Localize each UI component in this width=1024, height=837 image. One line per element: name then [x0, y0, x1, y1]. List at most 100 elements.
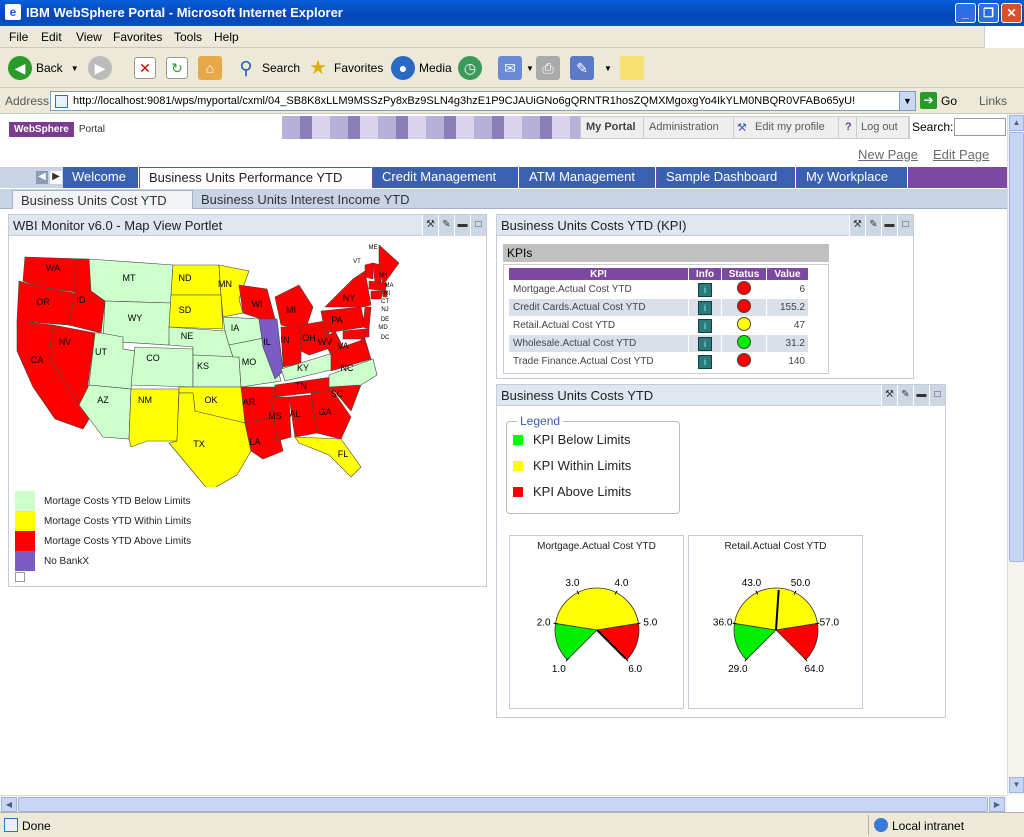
kpi-name: Credit Cards.Actual Cost YTD [508, 298, 689, 317]
vertical-scroll-thumb[interactable] [1009, 132, 1024, 562]
kpi-info-cell: i [688, 352, 722, 371]
messenger-button[interactable] [620, 54, 648, 82]
stop-button[interactable]: ✕ [134, 54, 160, 82]
edit-icon[interactable]: ✎ [897, 385, 913, 406]
state-de[interactable] [364, 328, 370, 338]
help-icon[interactable]: ? [845, 121, 852, 133]
logout-link[interactable]: Log out [861, 121, 898, 133]
map-checkbox[interactable] [15, 572, 25, 582]
edit-profile-link[interactable]: Edit my profile [755, 121, 825, 133]
menu-tools[interactable]: Tools [174, 30, 202, 44]
edit-page-link[interactable]: Edit Page [933, 147, 989, 162]
horizontal-scroll-thumb[interactable] [18, 797, 988, 812]
my-portal-link[interactable]: My Portal [586, 121, 636, 133]
refresh-button[interactable]: ↻ [166, 54, 192, 82]
close-button[interactable]: ✕ [1001, 3, 1022, 23]
state-label: LA [249, 437, 260, 447]
gauge-tick-mark [732, 622, 737, 625]
state-label: ND [179, 273, 192, 283]
state-ks[interactable] [192, 354, 242, 388]
state-ct[interactable] [370, 290, 384, 300]
menu-edit[interactable]: Edit [41, 30, 62, 44]
edit-icon[interactable]: ✎ [438, 215, 454, 236]
tab-scroll-right-icon[interactable]: ▶ [50, 171, 62, 184]
gauge-tick-label: 4.0 [615, 578, 629, 589]
state-nj[interactable] [362, 306, 372, 330]
restore-button[interactable]: ❐ [978, 3, 999, 23]
state-nm[interactable] [128, 388, 180, 448]
info-icon[interactable]: i [698, 318, 712, 333]
minimize-icon[interactable]: ▬ [454, 215, 470, 236]
go-button[interactable]: ➔ Go [920, 92, 957, 109]
subtab-units-cost[interactable]: Business Units Cost YTD [12, 190, 193, 209]
portal-search-input[interactable] [954, 118, 1006, 136]
state-dc[interactable] [360, 338, 366, 344]
back-button[interactable]: ◀ Back ▼ [8, 54, 79, 82]
edit-icon[interactable]: ✎ [865, 215, 881, 236]
state-sd[interactable] [168, 294, 224, 330]
tab-my-workplace[interactable]: My Workplace [797, 167, 908, 188]
state-az[interactable] [78, 384, 132, 440]
favorites-button[interactable]: ★ Favorites [306, 54, 383, 82]
info-icon[interactable]: i [698, 282, 712, 297]
back-arrow-icon: ◀ [8, 56, 32, 80]
configure-icon[interactable]: ⚒ [422, 215, 438, 236]
zone-text: Local intranet [892, 819, 965, 833]
kpi-table-frame: KPI Info Status Value Mortgage.Actual Co… [503, 264, 829, 374]
horizontal-scrollbar[interactable]: ◀ ▶ [0, 795, 1007, 812]
minimize-icon[interactable]: ▬ [913, 385, 929, 406]
windows-logo-icon [984, 26, 1024, 48]
address-input[interactable]: http://localhost:9081/wps/myportal/cxml/… [50, 91, 916, 111]
tab-atm-management[interactable]: ATM Management [520, 167, 656, 188]
tab-business-units-performance[interactable]: Business Units Performance YTD [140, 167, 372, 188]
print-button[interactable]: ⎙ [536, 54, 564, 82]
scroll-left-icon[interactable]: ◀ [1, 797, 17, 812]
configure-icon[interactable]: ⚒ [881, 385, 897, 406]
minimize-icon[interactable]: ▬ [881, 215, 897, 236]
menu-favorites[interactable]: Favorites [113, 30, 162, 44]
state-vt[interactable] [364, 262, 374, 280]
state-md[interactable] [342, 328, 366, 340]
info-icon[interactable]: i [698, 300, 712, 315]
info-icon[interactable]: i [698, 354, 712, 369]
search-button[interactable]: ⚲ Search [234, 54, 300, 82]
minimize-button[interactable]: _ [955, 3, 976, 23]
menu-file[interactable]: File [9, 30, 28, 44]
state-co[interactable] [130, 346, 194, 388]
forward-button[interactable]: ▶ [88, 54, 116, 82]
administration-link[interactable]: Administration [649, 121, 719, 133]
state-label: SD [179, 305, 192, 315]
scroll-right-icon[interactable]: ▶ [989, 797, 1005, 812]
state-pa[interactable] [320, 306, 366, 334]
mail-button[interactable]: ✉ ▼ [498, 54, 534, 82]
address-dropdown-icon[interactable]: ▼ [899, 92, 915, 110]
state-me[interactable] [378, 244, 400, 286]
history-button[interactable]: ◷ [458, 54, 486, 82]
configure-icon[interactable]: ⚒ [849, 215, 865, 236]
kpi-table: KPI Info Status Value Mortgage.Actual Co… [508, 267, 809, 371]
scroll-down-icon[interactable]: ▼ [1009, 777, 1024, 793]
media-button[interactable]: ● Media [391, 54, 452, 82]
mail-icon: ✉ [498, 56, 522, 80]
state-fl[interactable] [294, 436, 362, 478]
tab-welcome[interactable]: Welcome [63, 167, 139, 188]
links-button[interactable]: Links [979, 94, 1007, 108]
tab-scroll-left-icon[interactable]: ◀ [36, 171, 48, 184]
maximize-icon[interactable]: □ [897, 215, 913, 236]
tab-credit-management[interactable]: Credit Management [373, 167, 519, 188]
info-icon[interactable]: i [698, 336, 712, 351]
maximize-icon[interactable]: □ [470, 215, 486, 236]
gauge-tick-label: 3.0 [566, 578, 580, 589]
subtab-interest-income[interactable]: Business Units Interest Income YTD [193, 190, 453, 209]
maximize-icon[interactable]: □ [929, 385, 945, 406]
vertical-scrollbar[interactable]: ▲ ▼ [1007, 114, 1024, 795]
new-page-link[interactable]: New Page [858, 147, 918, 162]
state-in[interactable] [280, 326, 302, 368]
menu-help[interactable]: Help [214, 30, 239, 44]
home-button[interactable]: ⌂ [198, 54, 226, 82]
menu-view[interactable]: View [76, 30, 102, 44]
scroll-up-icon[interactable]: ▲ [1009, 115, 1024, 131]
edit-button[interactable]: ✎ ▼ [570, 54, 612, 82]
tab-sample-dashboard[interactable]: Sample Dashboard [657, 167, 796, 188]
logo-text: WebSphere [9, 122, 74, 137]
